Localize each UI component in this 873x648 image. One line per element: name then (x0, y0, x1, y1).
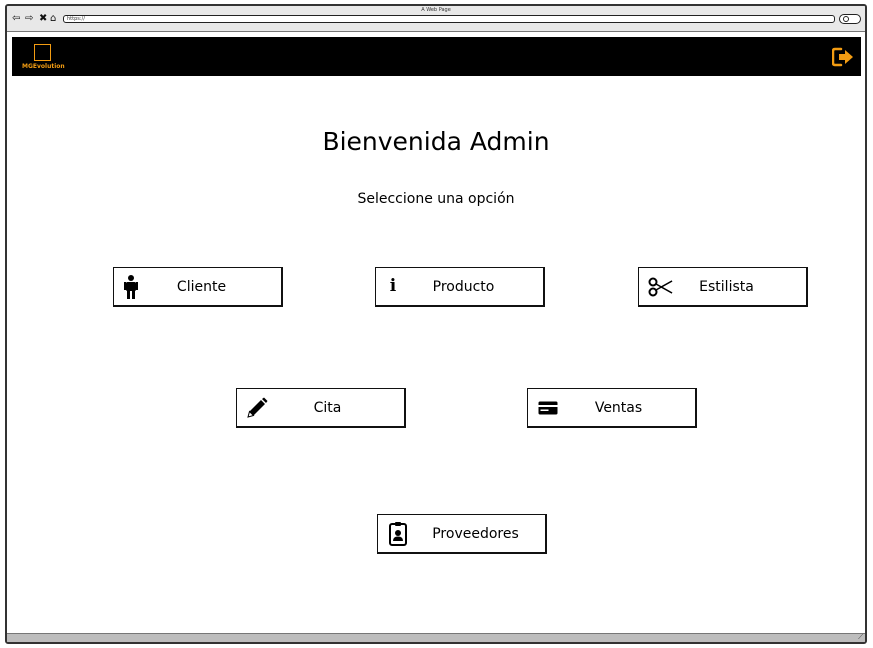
browser-statusbar: ⟋ (7, 633, 865, 642)
logo-text: MGEvolution (22, 63, 65, 70)
resize-grip-icon[interactable]: ⟋ (858, 634, 863, 641)
logo-icon (34, 44, 51, 61)
cliente-label: Cliente (176, 278, 227, 295)
home-icon[interactable]: ⌂ (50, 14, 56, 24)
producto-label: Producto (432, 278, 495, 295)
id-badge-icon (378, 515, 418, 552)
app-header: MGEvolution (12, 37, 861, 76)
estilista-label: Estilista (699, 278, 754, 295)
proveedores-button[interactable]: Proveedores (377, 514, 547, 554)
cliente-button[interactable]: Cliente (113, 267, 283, 307)
producto-button[interactable]: i Producto (375, 267, 545, 307)
forward-arrow-icon[interactable]: ⇨ (25, 14, 33, 24)
browser-titlebar: A Web Page ⇦ ⇨ ✖ ⌂ https:// (7, 6, 865, 32)
scissors-icon (639, 268, 683, 305)
logout-icon[interactable] (832, 47, 854, 67)
cita-button[interactable]: Cita (236, 388, 406, 428)
credit-card-icon (528, 389, 568, 426)
page-title: Bienvenida Admin (322, 127, 550, 156)
search-icon[interactable] (839, 14, 861, 24)
person-icon (114, 268, 148, 305)
back-arrow-icon[interactable]: ⇦ (12, 14, 20, 24)
page-subtitle: Seleccione una opción (357, 191, 515, 207)
url-input[interactable]: https:// (63, 15, 835, 23)
cita-label: Cita (313, 399, 342, 416)
browser-window: A Web Page ⇦ ⇨ ✖ ⌂ https:// MGEvolution … (5, 4, 867, 644)
ventas-button[interactable]: Ventas (527, 388, 697, 428)
pencil-icon (237, 389, 277, 426)
estilista-button[interactable]: Estilista (638, 267, 808, 307)
ventas-label: Ventas (594, 399, 643, 416)
close-icon[interactable]: ✖ (39, 14, 47, 24)
window-title: A Web Page (421, 7, 451, 13)
proveedores-label: Proveedores (432, 525, 519, 542)
info-icon: i (389, 276, 397, 296)
